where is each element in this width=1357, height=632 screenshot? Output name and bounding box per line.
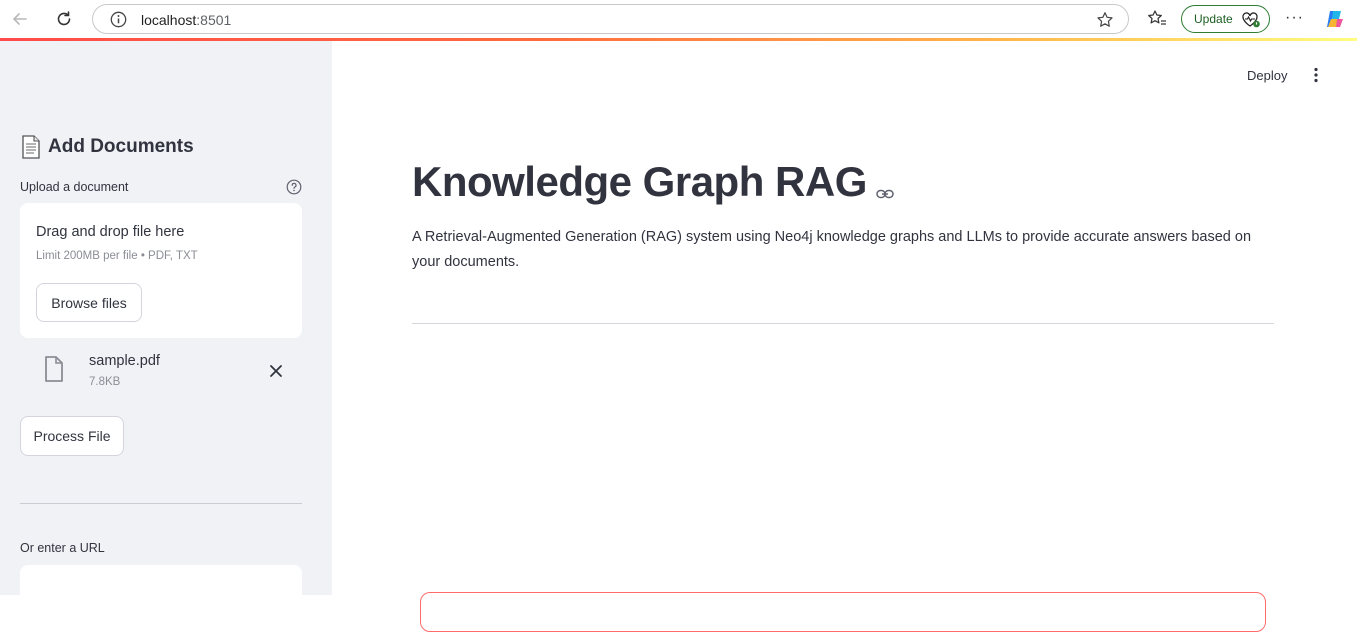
process-file-button[interactable]: Process File — [20, 416, 124, 456]
page-title: Knowledge Graph RAG — [412, 155, 894, 209]
main-divider — [412, 323, 1274, 324]
page-description: A Retrieval-Augmented Generation (RAG) s… — [412, 229, 1252, 270]
deploy-button[interactable]: Deploy — [1247, 68, 1287, 83]
update-label: Update — [1194, 12, 1233, 26]
main-content: Deploy Knowledge Graph RAG A Retrieval-A… — [332, 41, 1357, 632]
url-label: Or enter a URL — [20, 541, 105, 555]
page-title-text: Knowledge Graph RAG — [412, 158, 867, 205]
more-menu-icon[interactable]: ··· — [1285, 9, 1304, 27]
url-host: localhost — [141, 12, 197, 28]
update-button[interactable]: Update — [1181, 5, 1270, 33]
dropzone-title: Drag and drop file here — [36, 224, 185, 240]
file-icon — [44, 356, 64, 387]
info-icon[interactable] — [110, 11, 127, 33]
url-text: localhost:8501 — [141, 12, 231, 28]
file-name: sample.pdf — [89, 353, 160, 369]
uploaded-file-item: sample.pdf 7.8KB — [20, 346, 302, 396]
help-icon[interactable] — [286, 179, 302, 200]
reload-button[interactable] — [51, 7, 77, 31]
url-port: :8501 — [196, 12, 232, 28]
chat-input-box[interactable] — [420, 592, 1266, 632]
url-input[interactable] — [20, 565, 302, 605]
browser-toolbar: localhost:8501 Update ··· — [0, 0, 1357, 38]
more-vertical-icon[interactable] — [1312, 67, 1320, 88]
back-button[interactable] — [7, 7, 33, 31]
arrow-left-icon — [12, 13, 27, 25]
file-size: 7.8KB — [89, 376, 121, 388]
favorites-icon[interactable] — [1147, 9, 1167, 33]
copilot-icon[interactable] — [1324, 8, 1346, 35]
address-bar[interactable]: localhost:8501 — [92, 4, 1129, 34]
sidebar-divider — [20, 503, 302, 504]
sidebar-title: Add Documents — [48, 136, 194, 157]
file-dropzone[interactable]: Drag and drop file here Limit 200MB per … — [20, 203, 302, 338]
upload-label: Upload a document — [20, 180, 129, 194]
health-heart-icon — [1241, 11, 1261, 32]
star-icon[interactable] — [1096, 11, 1114, 34]
browse-files-button[interactable]: Browse files — [36, 283, 142, 322]
close-icon[interactable] — [268, 363, 284, 384]
link-icon[interactable] — [876, 161, 894, 209]
page-facing-up-icon — [22, 135, 40, 159]
sidebar: Add Documents Upload a document Drag and… — [0, 41, 332, 605]
dropzone-limit: Limit 200MB per file • PDF, TXT — [36, 250, 198, 262]
reload-icon — [57, 11, 71, 26]
sidebar-heading: Add Documents — [20, 135, 194, 159]
